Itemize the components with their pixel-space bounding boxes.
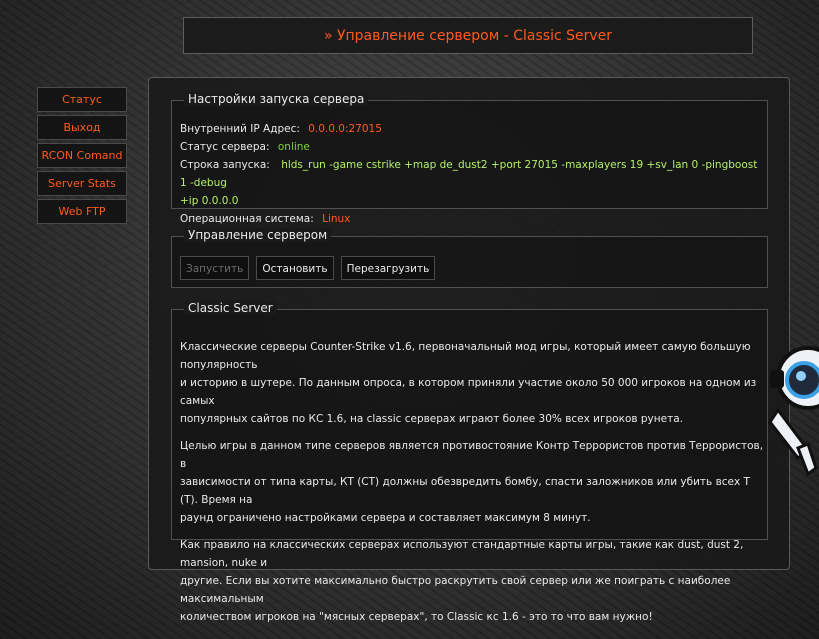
sidebar-item-rcon[interactable]: RCON Comand xyxy=(37,143,127,168)
ip-row: Внутренний IP Адрес: 0.0.0.0:27015 xyxy=(180,120,765,138)
control-panel: Управление сервером Запустить Остановить… xyxy=(171,228,768,288)
p3-line-3: количеством игроков на "мясных серверах"… xyxy=(180,611,653,623)
description-panel: Classic Server Классические серверы Coun… xyxy=(171,301,768,623)
ip-label: Внутренний IP Адрес: xyxy=(180,123,300,135)
p2-line-2: зависимости от типа карты, КТ (СТ) должн… xyxy=(180,476,750,506)
cmd-label: Строка запуска: xyxy=(180,159,270,171)
page-title: » Управление сервером - Classic Server xyxy=(323,27,613,44)
control-panel-title: Управление сервером xyxy=(184,228,332,242)
description-paragraph-1: Классические серверы Counter-Strike v1.6… xyxy=(180,338,770,428)
p1-line-2: и историю в шутере. По данным опроса, в … xyxy=(180,377,757,407)
sidebar-item-status[interactable]: Статус xyxy=(37,87,127,112)
page-header: » Управление сервером - Classic Server xyxy=(183,17,753,54)
cmd-value-cont: +ip 0.0.0.0 xyxy=(180,195,239,207)
stop-button[interactable]: Остановить xyxy=(256,256,334,280)
cmd-row-cont: +ip 0.0.0.0 xyxy=(180,192,765,210)
p3-line-1: Как правило на классических серверах исп… xyxy=(180,539,744,569)
settings-panel-title: Настройки запуска сервера xyxy=(184,92,369,106)
sidebar-item-logout[interactable]: Выход xyxy=(37,115,127,140)
status-row: Статус сервера: online xyxy=(180,138,765,156)
sidebar: Статус Выход RCON Comand Server Stats We… xyxy=(37,87,127,227)
restart-button[interactable]: Перезагрузить xyxy=(340,256,436,280)
p3-line-2: другие. Если вы хотите максимально быстр… xyxy=(180,575,731,605)
os-value: Linux xyxy=(322,213,351,225)
ip-value: 0.0.0.0:27015 xyxy=(308,123,382,135)
description-body: Классические серверы Counter-Strike v1.6… xyxy=(180,338,770,635)
description-panel-title: Classic Server xyxy=(184,301,277,315)
main-container: Настройки запуска сервера Внутренний IP … xyxy=(148,77,790,623)
p2-line-1: Целью игры в данном типе серверов являет… xyxy=(180,440,764,470)
p1-line-3: популярных сайтов по КС 1.6, на classic … xyxy=(180,413,683,425)
os-row: Операционная система: Linux xyxy=(180,210,765,228)
settings-panel: Настройки запуска сервера Внутренний IP … xyxy=(171,92,768,225)
p1-line-1: Классические серверы Counter-Strike v1.6… xyxy=(180,341,751,371)
start-button[interactable]: Запустить xyxy=(180,256,250,280)
description-paragraph-3: Как правило на классических серверах исп… xyxy=(180,536,770,626)
description-paragraph-2: Целью игры в данном типе серверов являет… xyxy=(180,437,770,527)
status-label: Статус сервера: xyxy=(180,141,270,153)
p2-line-3: раунд ограничено настройками сервера и с… xyxy=(180,512,591,524)
os-label: Операционная система: xyxy=(180,213,314,225)
sidebar-item-web-ftp[interactable]: Web FTP xyxy=(37,199,127,224)
status-value: online xyxy=(277,141,310,153)
sidebar-item-server-stats[interactable]: Server Stats xyxy=(37,171,127,196)
cmd-row: Строка запуска: hlds_run -game cstrike +… xyxy=(180,156,765,192)
robot-mascot-icon xyxy=(768,346,819,477)
